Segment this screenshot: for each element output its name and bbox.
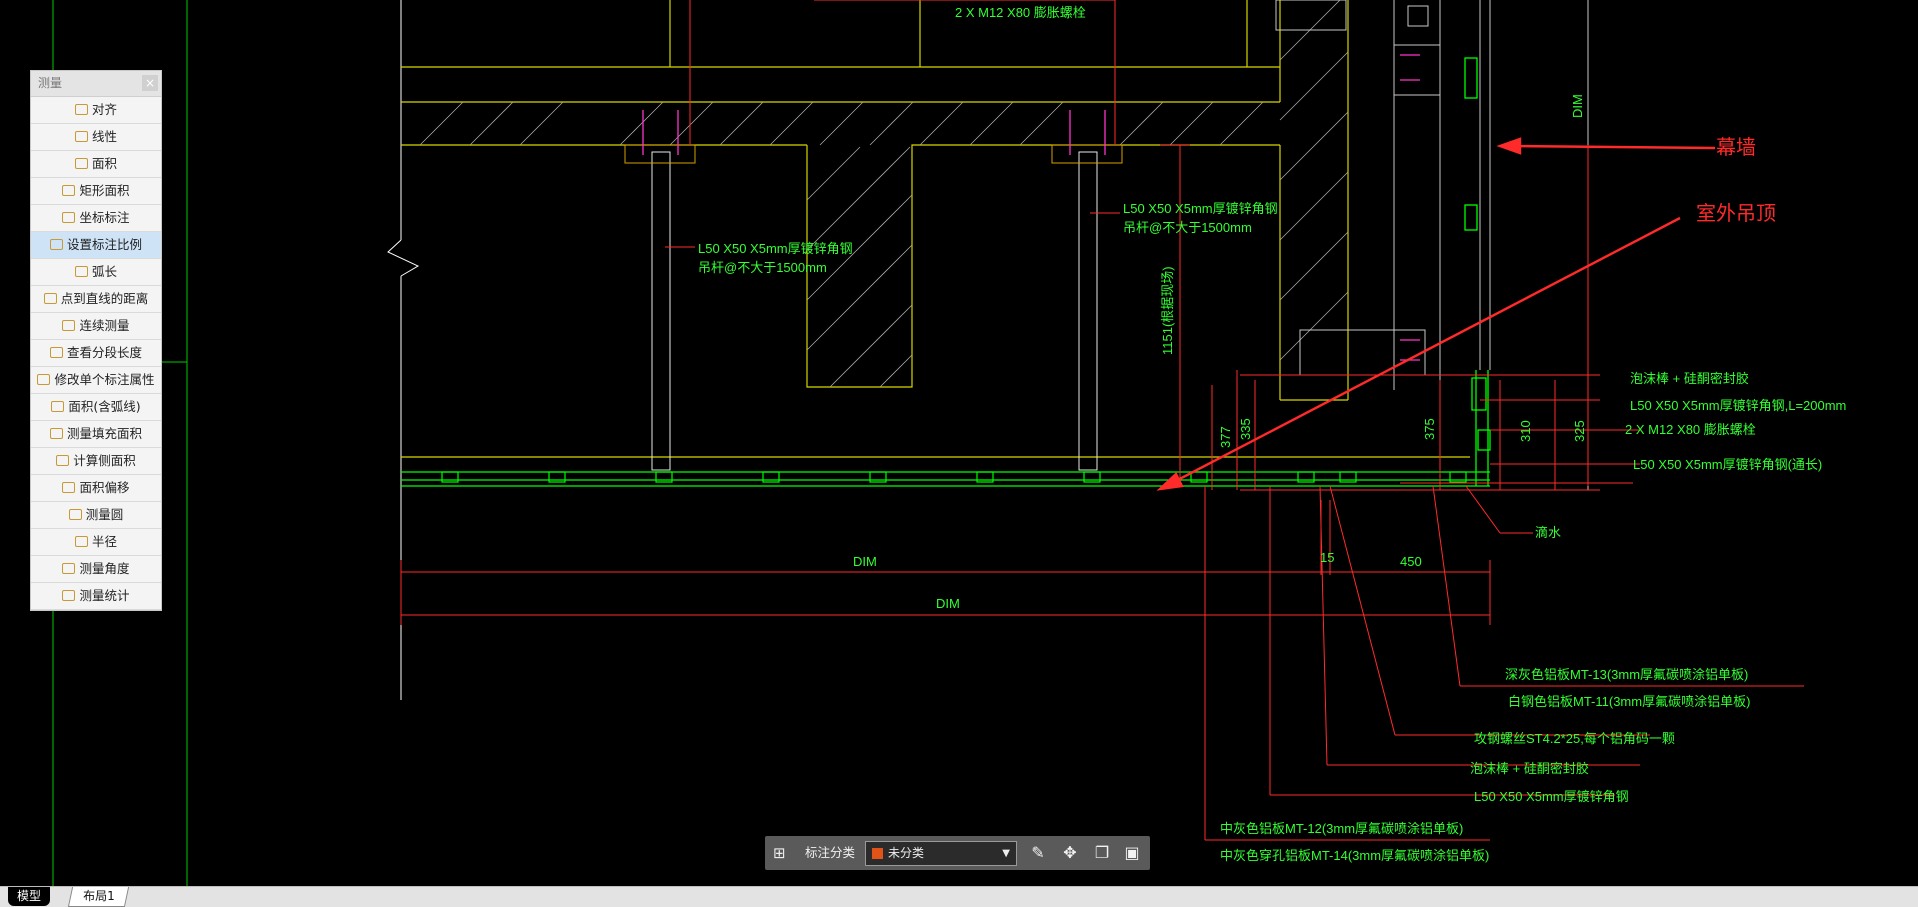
measure-item-point-line[interactable]: 点到直线的距离 [31,286,161,313]
category-color-swatch [872,848,883,859]
cad-drawing-canvas[interactable]: 2 X M12 X80 膨胀螺栓 L50 X50 X5mm厚镀锌角钢 吊杆@不大… [0,0,1918,886]
measure-item-rect-area[interactable]: 矩形面积 [31,178,161,205]
label-angle-continuous: L50 X50 X5mm厚镀锌角钢(通长) [1633,457,1822,472]
label-mt12: 中灰色铝板MT-12(3mm厚氟碳喷涂铝单板) [1220,821,1463,836]
coordinate-icon [62,212,76,223]
scale-icon [49,239,63,250]
tab-layout1[interactable]: 布局1 [67,887,130,907]
hatch-area-icon [49,428,63,439]
measure-item-edit-annotation[interactable]: 修改单个标注属性 [31,367,161,394]
continuous-measure-icon [62,320,76,331]
measure-panel: 测量 × 对齐 线性 面积 矩形面积 坐标标注 设置标注比例 弧长 点到直线的距… [30,70,162,611]
measure-item-align[interactable]: 对齐 [31,97,161,124]
radius-icon [74,536,88,547]
label-mt13: 深灰色铝板MT-13(3mm厚氟碳喷涂铝单板) [1505,667,1748,682]
tab-model[interactable]: 模型 [8,887,50,906]
dimension-lines [400,0,1804,841]
measure-item-circle[interactable]: 测量圆 [31,502,161,529]
measure-item-coordinate[interactable]: 坐标标注 [31,205,161,232]
slab-hatch [419,0,1349,388]
callout-outdoor-ceiling: 室外吊顶 [1696,201,1776,225]
move-icon[interactable]: ✥ [1060,843,1080,863]
label-angle-200: L50 X50 X5mm厚镀锌角钢,L=200mm [1630,398,1846,413]
hanger-right-label-1: L50 X50 X5mm厚镀锌角钢 [1123,201,1278,216]
dim-bottom-1: DIM [853,554,877,569]
label-mt11: 白钢色铝板MT-11(3mm厚氟碳喷涂铝单板) [1508,694,1750,709]
measure-item-statistics[interactable]: 测量统计 [31,583,161,610]
measure-item-angle[interactable]: 测量角度 [31,556,161,583]
anchor-bolts [642,110,1106,155]
label-foam-sealant-bottom: 泡沫棒 + 硅酮密封胶 [1470,761,1589,776]
dim-top-right: DIM [1570,94,1585,118]
hanger-left-label-2: 吊杆@不大于1500mm [698,260,827,275]
segment-length-icon [49,347,63,358]
measure-item-side-area[interactable]: 计算侧面积 [31,448,161,475]
measure-panel-header[interactable]: 测量 × [31,71,161,97]
area-offset-icon [62,482,76,493]
point-line-distance-icon [43,293,57,304]
annotation-category-select[interactable]: 未分类 ▼ [865,841,1017,866]
selected-category: 未分类 [888,846,925,860]
dim-335: 335 [1238,418,1253,440]
layout-tabs: 模型 布局1 [0,886,1918,907]
callout-curtain-wall: 幕墙 [1716,135,1756,159]
rect-area-icon [62,185,76,196]
circle-measure-icon [68,509,82,520]
dim-310: 310 [1518,420,1533,442]
dim-375: 375 [1422,418,1437,440]
measure-item-arc-length[interactable]: 弧长 [31,259,161,286]
measure-item-segment[interactable]: 查看分段长度 [31,340,161,367]
curtain-wall-brackets [1464,57,1491,451]
dim-15: 15 [1320,550,1334,565]
curtain-wall-anchors [1400,54,1420,361]
label-drip: 滴水 [1535,525,1561,540]
dim-325: 325 [1572,420,1587,442]
chevron-down-icon: ▼ [1002,848,1010,859]
measure-item-continuous[interactable]: 连续测量 [31,313,161,340]
label-bolts: 2 X M12 X80 膨胀螺栓 [1625,422,1756,437]
break-line [387,0,420,700]
annotation-category-label: 标注分类 [805,845,856,860]
copy-icon[interactable]: ❐ [1092,843,1112,863]
edit-icon[interactable]: ✎ [1028,843,1048,863]
ceiling-panels [401,370,1490,487]
label-angle-bottom: L50 X50 X5mm厚镀锌角钢 [1474,789,1629,804]
vertical-dim-text: 1151(根据现场) [1160,266,1175,355]
annotation-toolbar: ⊞ 标注分类 未分类 ▼ ✎ ✥ ❐ ▣ [765,836,1150,870]
measure-item-radius[interactable]: 半径 [31,529,161,556]
top-bolt-label: 2 X M12 X80 膨胀螺栓 [955,5,1086,20]
measure-item-hatch-area[interactable]: 测量填充面积 [31,421,161,448]
hanger-left-label-1: L50 X50 X5mm厚镀锌角钢 [698,241,853,256]
curtain-wall [1275,0,1589,490]
label-foam-sealant-top: 泡沫棒 + 硅酮密封胶 [1630,371,1749,386]
area-icon [74,158,88,169]
measure-item-linear[interactable]: 线性 [31,124,161,151]
dim-450: 450 [1400,554,1422,569]
measure-item-arc-area[interactable]: 面积(含弧线) [31,394,161,421]
statistics-icon [62,590,76,601]
dim-bottom-2: DIM [936,596,960,611]
hanger-right-label-2: 吊杆@不大于1500mm [1123,220,1252,235]
side-area-icon [56,455,70,466]
angle-icon [62,563,76,574]
linear-measure-icon [74,131,88,142]
dim-377: 377 [1218,426,1233,448]
paste-icon[interactable]: ▣ [1122,843,1142,863]
close-icon[interactable]: × [142,75,158,91]
grid-icon[interactable]: ⊞ [773,845,789,861]
arc-length-icon [74,266,88,277]
hanger-rods [624,144,1123,471]
arc-area-icon [51,401,65,412]
label-mt14: 中灰色穿孔铝板MT-14(3mm厚氟碳喷涂铝单板) [1220,848,1489,863]
measure-item-scale[interactable]: 设置标注比例 [31,232,161,259]
label-screw: 攻钢螺丝ST4.2*25,每个铝角码一颗 [1474,731,1675,746]
measure-panel-title: 测量 [38,76,63,90]
measure-item-area[interactable]: 面积 [31,151,161,178]
measure-item-area-offset[interactable]: 面积偏移 [31,475,161,502]
edit-annotation-icon [37,374,51,385]
align-measure-icon [74,104,88,115]
concrete-slab [401,0,1470,458]
tab-layout1-label: 布局1 [82,889,115,903]
